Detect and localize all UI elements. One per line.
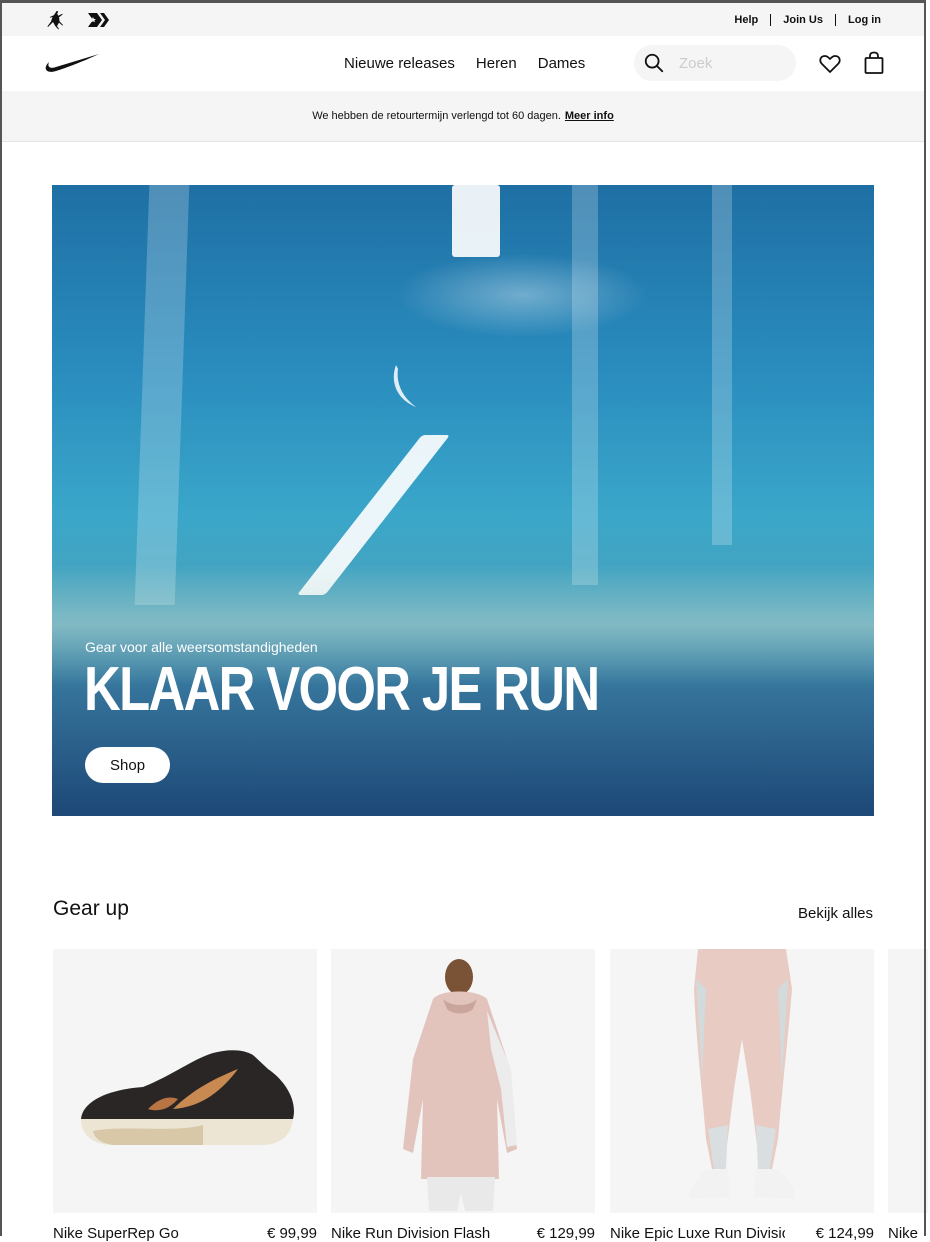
- promo-more-info-link[interactable]: Meer info: [565, 110, 614, 122]
- menu-new-releases[interactable]: Nieuwe releases: [344, 55, 455, 72]
- jacket-model-image: [403, 959, 517, 1211]
- product-info: Nike Epic Luxe Run Division € 124,99: [610, 1225, 874, 1242]
- product-price: € 129,99: [536, 1225, 595, 1242]
- converse-icon[interactable]: [86, 9, 110, 31]
- join-us-link[interactable]: Join Us: [771, 14, 835, 26]
- light-beam: [712, 185, 732, 545]
- product-card[interactable]: Nike Epic Luxe Run Division € 124,99: [610, 949, 874, 1242]
- menu-women[interactable]: Dames: [538, 55, 586, 72]
- product-image[interactable]: [888, 949, 928, 1213]
- promo-text: We hebben de retourtermijn verlengd tot …: [312, 110, 561, 122]
- search-icon[interactable]: [643, 52, 665, 74]
- primary-menu: Nieuwe releases Heren Dames: [344, 36, 606, 91]
- main-nav: Nieuwe releases Heren Dames: [0, 36, 926, 91]
- product-card[interactable]: Nike SuperRep Go € 99,99: [53, 949, 317, 1242]
- product-name[interactable]: Nike: [888, 1225, 918, 1242]
- product-info: Nike SuperRep Go € 99,99: [53, 1225, 317, 1242]
- shop-button[interactable]: Shop: [85, 747, 171, 783]
- product-card[interactable]: Nike Run Division Flash € 129,99: [331, 949, 595, 1242]
- product-image[interactable]: [610, 949, 874, 1213]
- nike-swoosh-icon: [393, 365, 416, 407]
- product-image[interactable]: [331, 949, 595, 1213]
- product-name[interactable]: Nike SuperRep Go: [53, 1225, 179, 1242]
- heart-icon[interactable]: [818, 52, 842, 76]
- utility-bar: Help Join Us Log in: [0, 3, 926, 36]
- menu-men[interactable]: Heren: [476, 55, 517, 72]
- search-input[interactable]: [677, 53, 781, 73]
- light-streak: [452, 185, 500, 257]
- product-card[interactable]: Nike: [888, 949, 928, 1242]
- tights-model-image: [689, 949, 795, 1199]
- product-price: € 99,99: [266, 1225, 317, 1242]
- shoe-image: [81, 1050, 294, 1145]
- hero-subtitle: Gear voor alle weersomstandigheden: [85, 639, 318, 655]
- help-link[interactable]: Help: [722, 14, 770, 26]
- view-all-link[interactable]: Bekijk alles: [798, 905, 873, 922]
- jordan-icon[interactable]: [44, 9, 68, 31]
- section-title: Gear up: [53, 897, 129, 920]
- bag-icon[interactable]: [862, 51, 886, 75]
- search-box[interactable]: [634, 45, 796, 81]
- hero-banner[interactable]: Gear voor alle weersomstandigheden KLAAR…: [52, 185, 874, 816]
- promo-banner: We hebben de retourtermijn verlengd tot …: [0, 91, 926, 142]
- product-name[interactable]: Nike Epic Luxe Run Division: [610, 1225, 785, 1242]
- log-in-link[interactable]: Log in: [836, 14, 881, 26]
- hero-title: KLAAR VOOR JE RUN: [84, 655, 600, 724]
- product-price: € 124,99: [815, 1225, 874, 1242]
- product-image[interactable]: [53, 949, 317, 1213]
- light-beam: [134, 185, 190, 605]
- product-info: Nike Run Division Flash € 129,99: [331, 1225, 595, 1242]
- account-links: Help Join Us Log in: [722, 3, 881, 36]
- nike-swoosh-icon[interactable]: [44, 53, 100, 73]
- product-info: Nike: [888, 1225, 928, 1242]
- product-name[interactable]: Nike Run Division Flash: [331, 1225, 490, 1242]
- light-beam: [572, 185, 598, 585]
